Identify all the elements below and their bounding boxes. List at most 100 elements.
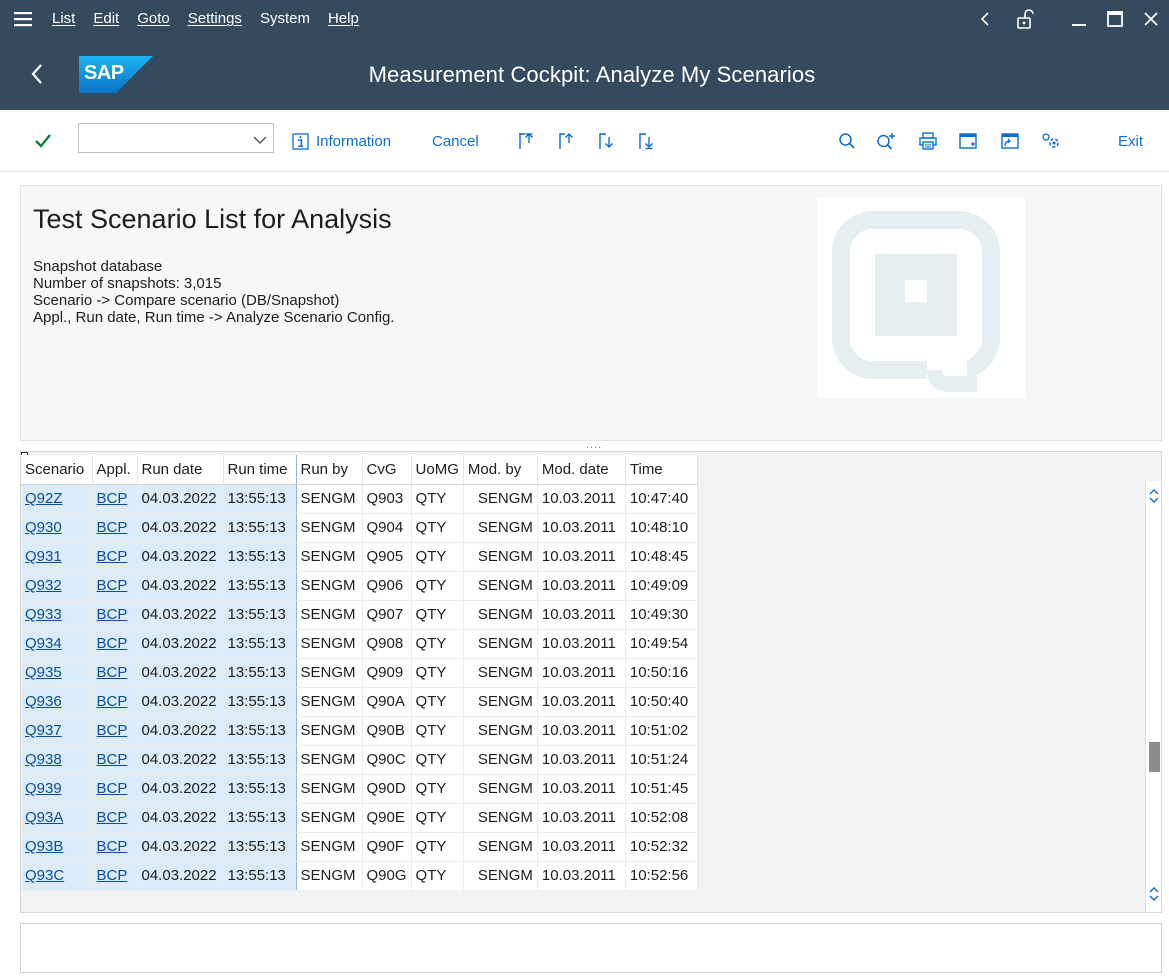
cell-run-time[interactable]: 13:55:13 [223,687,297,717]
cell-run-time[interactable]: 13:55:13 [223,484,297,514]
maximize-icon[interactable] [1097,0,1133,38]
search-next-icon[interactable] [876,110,896,172]
collapse-chevron-icon[interactable] [967,0,1003,38]
col-run-date[interactable]: Run date [137,455,224,485]
appl-link[interactable]: BCP [97,606,128,623]
appl-link[interactable]: BCP [97,838,128,855]
cell-run-date[interactable]: 04.03.2022 [137,542,224,572]
table-row[interactable]: Q92Z BCP 04.03.2022 13:55:13 SENGM Q903 QTY SEN… [21,484,698,514]
cell-run-date[interactable]: 04.03.2022 [137,803,224,833]
table-row[interactable]: Q939 BCP 04.03.2022 13:55:13 SENGM Q90D QTY SEN… [21,774,698,804]
cell-run-time[interactable]: 13:55:13 [223,774,297,804]
cell-run-date[interactable]: 04.03.2022 [137,687,224,717]
cell-scenario[interactable]: Q92Z [21,484,93,514]
cell-appl[interactable]: BCP [92,745,138,775]
cell-appl[interactable]: BCP [92,803,138,833]
cell-run-date[interactable]: 04.03.2022 [137,513,224,543]
appl-link[interactable]: BCP [97,867,128,884]
cell-run-date[interactable]: 04.03.2022 [137,745,224,775]
appl-link[interactable]: BCP [97,490,128,507]
scrollbar-thumb[interactable] [1149,742,1160,772]
print-icon[interactable] [918,110,938,172]
create-shortcut-icon[interactable] [1000,110,1020,172]
table-row[interactable]: Q934 BCP 04.03.2022 13:55:13 SENGM Q908 QTY SEN… [21,629,698,659]
appl-link[interactable]: BCP [97,693,128,710]
cell-appl[interactable]: BCP [92,861,138,891]
cell-appl[interactable]: BCP [92,484,138,514]
table-row[interactable]: Q935 BCP 04.03.2022 13:55:13 SENGM Q909 QTY SEN… [21,658,698,688]
last-page-icon[interactable] [636,110,656,172]
table-row[interactable]: Q937 BCP 04.03.2022 13:55:13 SENGM Q90B QTY SEN… [21,716,698,746]
scenario-link[interactable]: Q930 [25,519,62,536]
next-page-icon[interactable] [596,110,616,172]
cell-run-date[interactable]: 04.03.2022 [137,861,224,891]
menu-help[interactable]: Help [319,0,368,38]
table-row[interactable]: Q932 BCP 04.03.2022 13:55:13 SENGM Q906 QTY SEN… [21,571,698,601]
appl-link[interactable]: BCP [97,577,128,594]
cell-run-time[interactable]: 13:55:13 [223,629,297,659]
table-row[interactable]: Q933 BCP 04.03.2022 13:55:13 SENGM Q907 QTY SEN… [21,600,698,630]
cell-scenario[interactable]: Q93C [21,861,93,891]
cell-scenario[interactable]: Q939 [21,774,93,804]
col-run-by[interactable]: Run by [296,455,363,485]
appl-link[interactable]: BCP [97,519,128,536]
command-input[interactable] [79,124,239,152]
scenario-link[interactable]: Q938 [25,751,62,768]
scenario-link[interactable]: Q933 [25,606,62,623]
cell-run-date[interactable]: 04.03.2022 [137,832,224,862]
cell-scenario[interactable]: Q931 [21,542,93,572]
scenario-link[interactable]: Q935 [25,664,62,681]
table-row[interactable]: Q938 BCP 04.03.2022 13:55:13 SENGM Q90C QTY SEN… [21,745,698,775]
cell-scenario[interactable]: Q938 [21,745,93,775]
scenario-link[interactable]: Q93B [25,838,63,855]
col-appl[interactable]: Appl. [92,455,138,485]
cell-appl[interactable]: BCP [92,658,138,688]
scenario-link[interactable]: Q936 [25,693,62,710]
appl-link[interactable]: BCP [97,722,128,739]
checkmark-icon[interactable] [34,110,52,172]
cell-run-time[interactable]: 13:55:13 [223,571,297,601]
scenario-link[interactable]: Q932 [25,577,62,594]
menu-edit[interactable]: Edit [84,0,128,38]
cell-run-time[interactable]: 13:55:13 [223,513,297,543]
cell-run-time[interactable]: 13:55:13 [223,600,297,630]
table-row[interactable]: Q93B BCP 04.03.2022 13:55:13 SENGM Q90F QTY SEN… [21,832,698,862]
scenario-link[interactable]: Q92Z [25,490,63,507]
cell-run-time[interactable]: 13:55:13 [223,745,297,775]
appl-link[interactable]: BCP [97,635,128,652]
scenario-link[interactable]: Q937 [25,722,62,739]
table-row[interactable]: Q931 BCP 04.03.2022 13:55:13 SENGM Q905 QTY SEN… [21,542,698,572]
minimize-icon[interactable] [1061,0,1097,38]
cancel-button[interactable]: Cancel [432,110,479,172]
chevron-down-icon[interactable] [253,132,267,150]
col-uomg[interactable]: UoMG [411,455,464,485]
cell-appl[interactable]: BCP [92,571,138,601]
first-page-icon[interactable] [516,110,536,172]
cell-run-date[interactable]: 04.03.2022 [137,774,224,804]
scroll-page-icon[interactable] [1148,885,1160,908]
cell-appl[interactable]: BCP [92,542,138,572]
cell-scenario[interactable]: Q933 [21,600,93,630]
command-field[interactable] [78,123,274,153]
scenario-link[interactable]: Q93A [25,809,63,826]
cell-run-date[interactable]: 04.03.2022 [137,571,224,601]
cell-scenario[interactable]: Q93B [21,832,93,862]
cell-run-time[interactable]: 13:55:13 [223,803,297,833]
cell-scenario[interactable]: Q934 [21,629,93,659]
cell-run-time[interactable]: 13:55:13 [223,542,297,572]
cell-scenario[interactable]: Q930 [21,513,93,543]
splitter-handle[interactable]: .... [586,440,602,451]
table-row[interactable]: Q936 BCP 04.03.2022 13:55:13 SENGM Q90A QTY SEN… [21,687,698,717]
appl-link[interactable]: BCP [97,664,128,681]
cell-run-date[interactable]: 04.03.2022 [137,600,224,630]
menu-goto[interactable]: Goto [128,0,179,38]
scroll-up-down-icon[interactable] [1148,487,1160,510]
table-row[interactable]: Q93C BCP 04.03.2022 13:55:13 SENGM Q90G QTY SEN… [21,861,698,891]
table-row[interactable]: Q93A BCP 04.03.2022 13:55:13 SENGM Q90E QTY SEN… [21,803,698,833]
appl-link[interactable]: BCP [97,809,128,826]
cell-run-time[interactable]: 13:55:13 [223,861,297,891]
menu-list[interactable]: List [46,0,84,38]
cell-scenario[interactable]: Q935 [21,658,93,688]
hamburger-icon[interactable] [0,0,46,38]
col-mod-by[interactable]: Mod. by [463,455,538,485]
